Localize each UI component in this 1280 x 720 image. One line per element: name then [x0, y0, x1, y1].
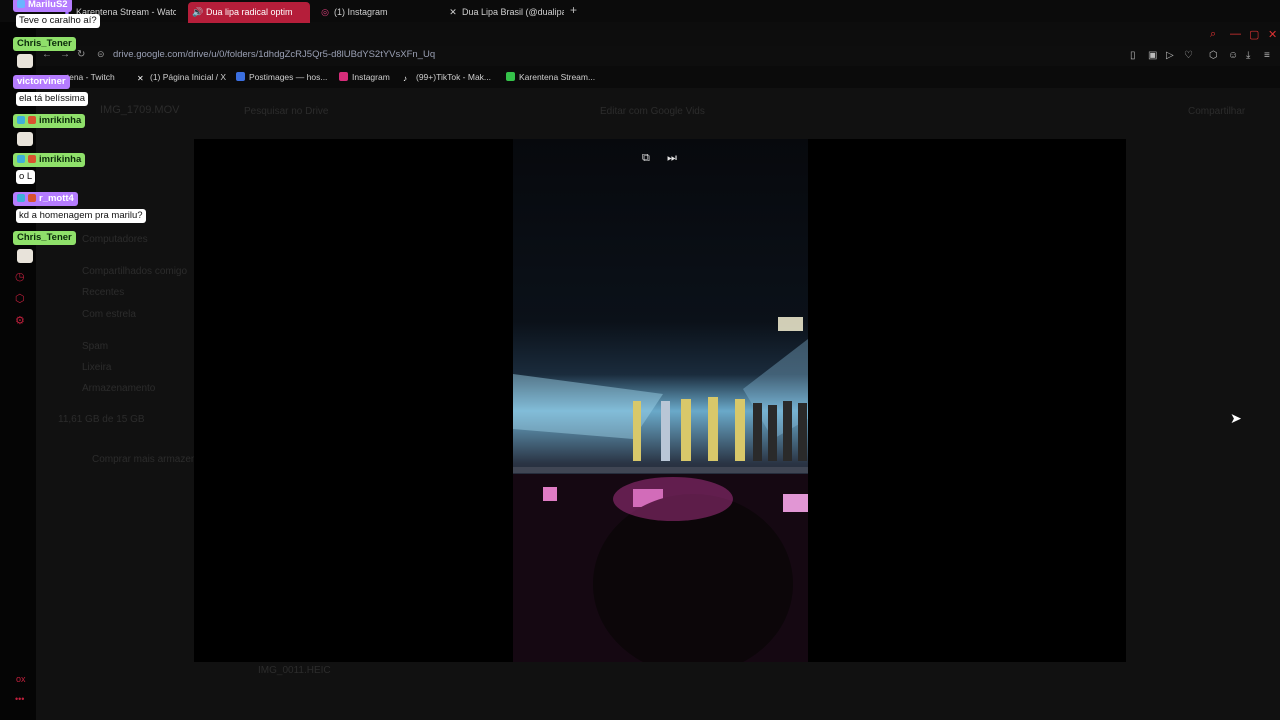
chat-message: o L	[16, 170, 36, 184]
chat-badge-icon	[17, 116, 25, 124]
instagram-icon: ◎	[321, 7, 329, 17]
storage-usage: 11,61 GB de 15 GB	[58, 414, 145, 425]
audio-playing-icon: 🔊	[192, 7, 204, 17]
bookmark-x-home[interactable]: ✕ (1) Página Inicial / X	[137, 72, 226, 83]
bookmark-karentena-stream[interactable]: Karentena Stream...	[506, 72, 595, 82]
file-row-name[interactable]: IMG_0011.HEIC	[258, 665, 331, 676]
minimize-icon[interactable]: —	[1230, 28, 1241, 40]
reader-mode-icon[interactable]: ▣	[1148, 50, 1157, 61]
chat-message: Teve o caralho aí?	[16, 14, 100, 28]
maximize-icon[interactable]: ▢	[1249, 28, 1259, 41]
chat-username: imrikinha	[13, 114, 86, 128]
chat-message: ela tá belíssima	[16, 92, 89, 106]
extensions-icon[interactable]: ⬡	[1209, 50, 1218, 61]
file-title: IMG_1709.MOV	[100, 104, 180, 116]
address-bar[interactable]: drive.google.com/drive/u/0/folders/1dhdg…	[113, 49, 435, 60]
settings-icon[interactable]: ⚙	[15, 314, 25, 327]
sidebar-item-trash[interactable]: Lixeira	[82, 362, 111, 373]
concert-video-frame[interactable]	[513, 139, 808, 662]
postimages-icon	[236, 72, 245, 81]
new-tab-plus-icon[interactable]: +	[570, 3, 577, 17]
tab-dua-lipa-drive[interactable]: 🔊 Dua lipa radical optim	[188, 2, 310, 23]
sidebar-item-starred[interactable]: Com estrela	[82, 309, 136, 320]
concert-scene-image	[513, 317, 808, 662]
sidebar-item-computers[interactable]: Computadores	[82, 234, 148, 245]
tiktok-icon: ♪	[403, 74, 407, 83]
site-info-icon[interactable]: ⊝	[97, 49, 105, 60]
chat-username: r_mott4	[13, 192, 78, 206]
chat-badge-icon	[28, 155, 36, 163]
chat-message: kd a homenagem pra marilu?	[16, 209, 146, 223]
bookmark-postimages[interactable]: Postimages — hos...	[236, 72, 327, 82]
chat-username: Chris_Tener	[13, 37, 76, 51]
instagram-icon	[339, 72, 348, 81]
play-icon[interactable]: ▷	[1166, 50, 1174, 61]
chat-username: imrikinha	[13, 153, 86, 167]
chat-emote-icon	[17, 249, 33, 263]
chat-username: MariluS2	[13, 0, 72, 12]
search-input[interactable]: Pesquisar no Drive	[244, 106, 328, 117]
chat-badge-icon	[17, 0, 25, 8]
skip-next-icon[interactable]: ⏭	[667, 152, 677, 165]
chat-username: victorviner	[13, 75, 70, 89]
sidebar-item-spam[interactable]: Spam	[82, 341, 108, 352]
bookmark-instagram[interactable]: Instagram	[339, 72, 390, 82]
more-icon[interactable]: •••	[15, 694, 24, 704]
chat-badge-icon	[17, 194, 25, 202]
download-icon[interactable]: ⤓	[1246, 50, 1250, 61]
search-tabs-icon[interactable]: ⌕	[1210, 28, 1216, 41]
chat-username: Chris_Tener	[13, 231, 76, 245]
reload-icon[interactable]: ↻	[77, 49, 85, 60]
tab-label: Dua lipa radical optim	[206, 7, 293, 17]
tab-instagram[interactable]: ◎ (1) Instagram	[316, 2, 436, 23]
bookmark-tiktok[interactable]: ♪ (99+)TikTok - Mak...	[403, 72, 491, 83]
sidebar-item-shared[interactable]: Compartilhados comigo	[82, 266, 187, 277]
heart-icon[interactable]: ♡	[1184, 50, 1193, 61]
tab-strip	[36, 22, 1280, 46]
chat-badge-icon	[28, 116, 36, 124]
account-icon[interactable]: ☺	[1228, 50, 1238, 61]
karentena-icon	[506, 72, 515, 81]
tab-label: (1) Instagram	[334, 7, 388, 17]
extensions-rail-icon[interactable]: ⬡	[15, 292, 25, 305]
chat-emote-icon	[17, 54, 33, 68]
popout-icon[interactable]: ⧉	[642, 152, 650, 165]
chat-emote-icon	[17, 132, 33, 146]
sidebar-item-recent[interactable]: Recentes	[82, 287, 124, 298]
bookmark-icon[interactable]: ▯	[1130, 50, 1136, 61]
menu-icon[interactable]: ≡	[1264, 50, 1270, 61]
tab-dua-lipa-brasil[interactable]: ✕ Dua Lipa Brasil (@dualipa	[444, 2, 564, 23]
share-button[interactable]: Compartilhar	[1188, 106, 1245, 117]
x-icon: ✕	[137, 74, 144, 83]
chat-badge-icon	[17, 155, 25, 163]
tab-label: Dua Lipa Brasil (@dualipa	[462, 7, 564, 17]
chat-badge-icon	[28, 194, 36, 202]
open-with-button[interactable]: Editar com Google Vids	[600, 106, 705, 117]
x-icon: ✕	[449, 7, 457, 17]
bookmark-karentena-twitch[interactable]: ntena - Twitch	[62, 72, 115, 82]
sidebar-item-storage[interactable]: Armazenamento	[82, 383, 155, 394]
history-icon[interactable]: ◷	[15, 270, 25, 283]
mouse-cursor-icon: ➤	[1230, 410, 1242, 426]
sidebar-toggle-icon[interactable]: ox	[16, 674, 26, 684]
close-icon[interactable]: ✕	[1268, 28, 1277, 41]
